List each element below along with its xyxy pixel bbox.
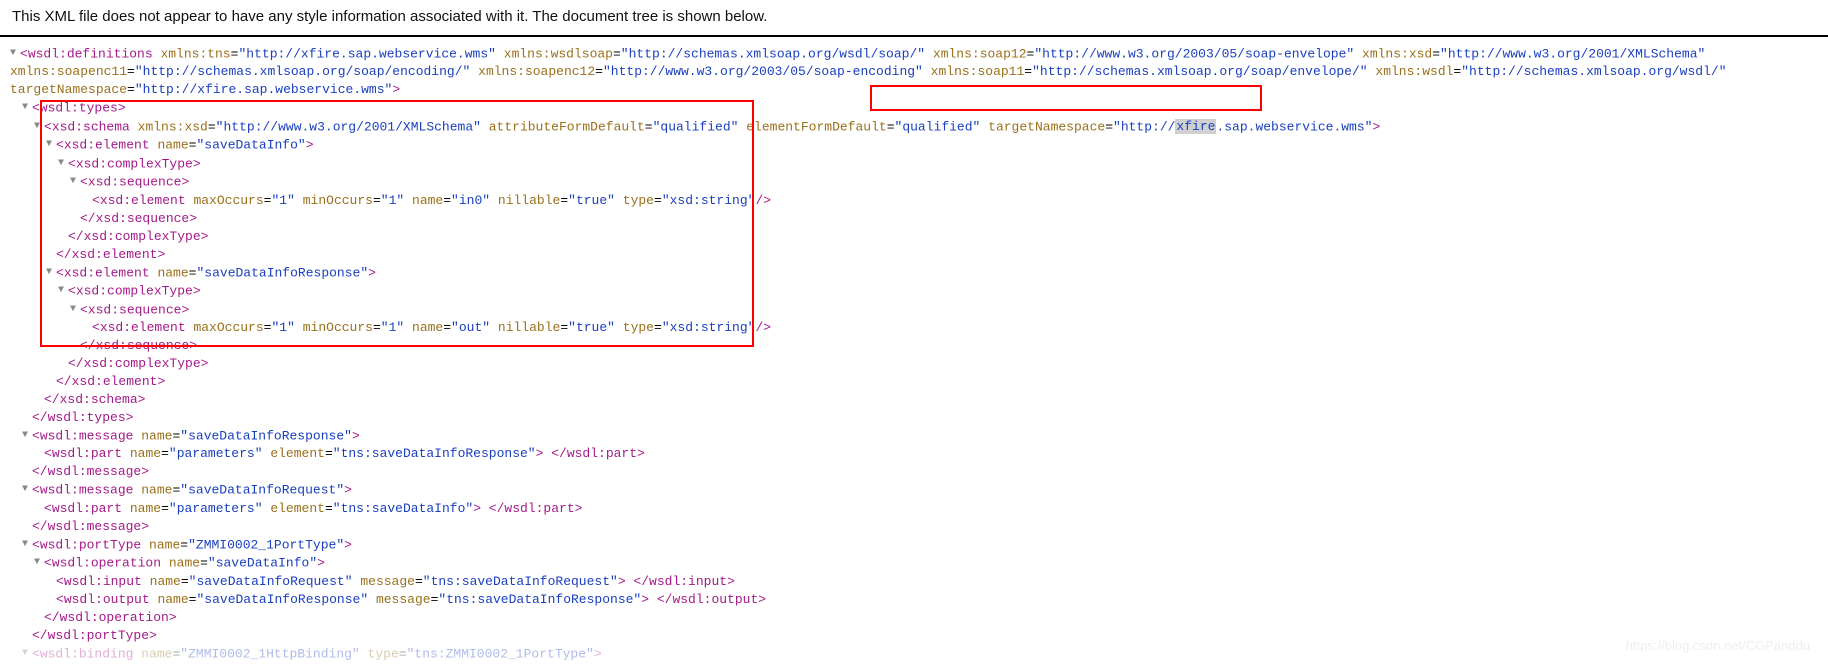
wsdl-message-request-open[interactable]: <wsdl:message name="saveDataInfoRequest"… [8,481,1828,499]
xsd-element-in0[interactable]: <xsd:element maxOccurs="1" minOccurs="1"… [8,192,1828,210]
toggle-arrow-icon[interactable] [34,554,44,572]
toggle-arrow-icon[interactable] [10,45,20,63]
xsd-complexType-open[interactable]: <xsd:complexType> [8,282,1828,300]
xsd-element-out[interactable]: <xsd:element maxOccurs="1" minOccurs="1"… [8,319,1828,337]
xsd-element-close: </xsd:element> [8,246,1828,264]
toggle-arrow-icon[interactable] [46,264,56,282]
wsdl-message-close: </wsdl:message> [8,463,1828,481]
wsdl-portType-open[interactable]: <wsdl:portType name="ZMMI0002_1PortType"… [8,536,1828,554]
toggle-arrow-icon[interactable] [22,645,32,663]
toggle-arrow-icon[interactable] [58,155,68,173]
wsdl-part[interactable]: <wsdl:part name="parameters" element="tn… [8,500,1828,518]
xsd-schema-open[interactable]: <xsd:schema xmlns:xsd="http://www.w3.org… [8,118,1828,136]
wsdl-binding-open[interactable]: <wsdl:binding name="ZMMI0002_1HttpBindin… [8,645,1828,663]
xsd-complexType-close: </xsd:complexType> [8,355,1828,373]
toggle-arrow-icon[interactable] [22,427,32,445]
xsd-element-saveDataInfoResponse-open[interactable]: <xsd:element name="saveDataInfoResponse"… [8,264,1828,282]
wsdl-types-close: </wsdl:types> [8,409,1828,427]
wsdl-message-close: </wsdl:message> [8,518,1828,536]
toggle-arrow-icon[interactable] [58,282,68,300]
toggle-arrow-icon[interactable] [22,536,32,554]
wsdl-part[interactable]: <wsdl:part name="parameters" element="tn… [8,445,1828,463]
xsd-element-saveDataInfo-open[interactable]: <xsd:element name="saveDataInfo"> [8,136,1828,154]
xsd-sequence-open[interactable]: <xsd:sequence> [8,301,1828,319]
wsdl-operation-close: </wsdl:operation> [8,609,1828,627]
xsd-sequence-close: </xsd:sequence> [8,210,1828,228]
xsd-complexType-close: </xsd:complexType> [8,228,1828,246]
xml-tree: <wsdl:definitions xmlns:tns="http://xfir… [0,37,1828,663]
xsd-sequence-close: </xsd:sequence> [8,337,1828,355]
toggle-arrow-icon[interactable] [22,481,32,499]
toggle-arrow-icon[interactable] [70,173,80,191]
xsd-element-close: </xsd:element> [8,373,1828,391]
toggle-arrow-icon[interactable] [46,136,56,154]
wsdl-definitions-open[interactable]: <wsdl:definitions xmlns:tns="http://xfir… [8,45,1730,99]
toggle-arrow-icon[interactable] [34,118,44,136]
xsd-complexType-open[interactable]: <xsd:complexType> [8,155,1828,173]
toggle-arrow-icon[interactable] [70,301,80,319]
wsdl-output[interactable]: <wsdl:output name="saveDataInfoResponse"… [8,591,1828,609]
wsdl-operation-open[interactable]: <wsdl:operation name="saveDataInfo"> [8,554,1828,572]
xml-no-style-notice: This XML file does not appear to have an… [0,0,1828,37]
wsdl-portType-close: </wsdl:portType> [8,627,1828,645]
xsd-sequence-open[interactable]: <xsd:sequence> [8,173,1828,191]
wsdl-input[interactable]: <wsdl:input name="saveDataInfoRequest" m… [8,573,1828,591]
toggle-arrow-icon[interactable] [22,99,32,117]
xsd-schema-close: </xsd:schema> [8,391,1828,409]
wsdl-message-response-open[interactable]: <wsdl:message name="saveDataInfoResponse… [8,427,1828,445]
wsdl-types-open[interactable]: <wsdl:types> [8,99,1828,117]
